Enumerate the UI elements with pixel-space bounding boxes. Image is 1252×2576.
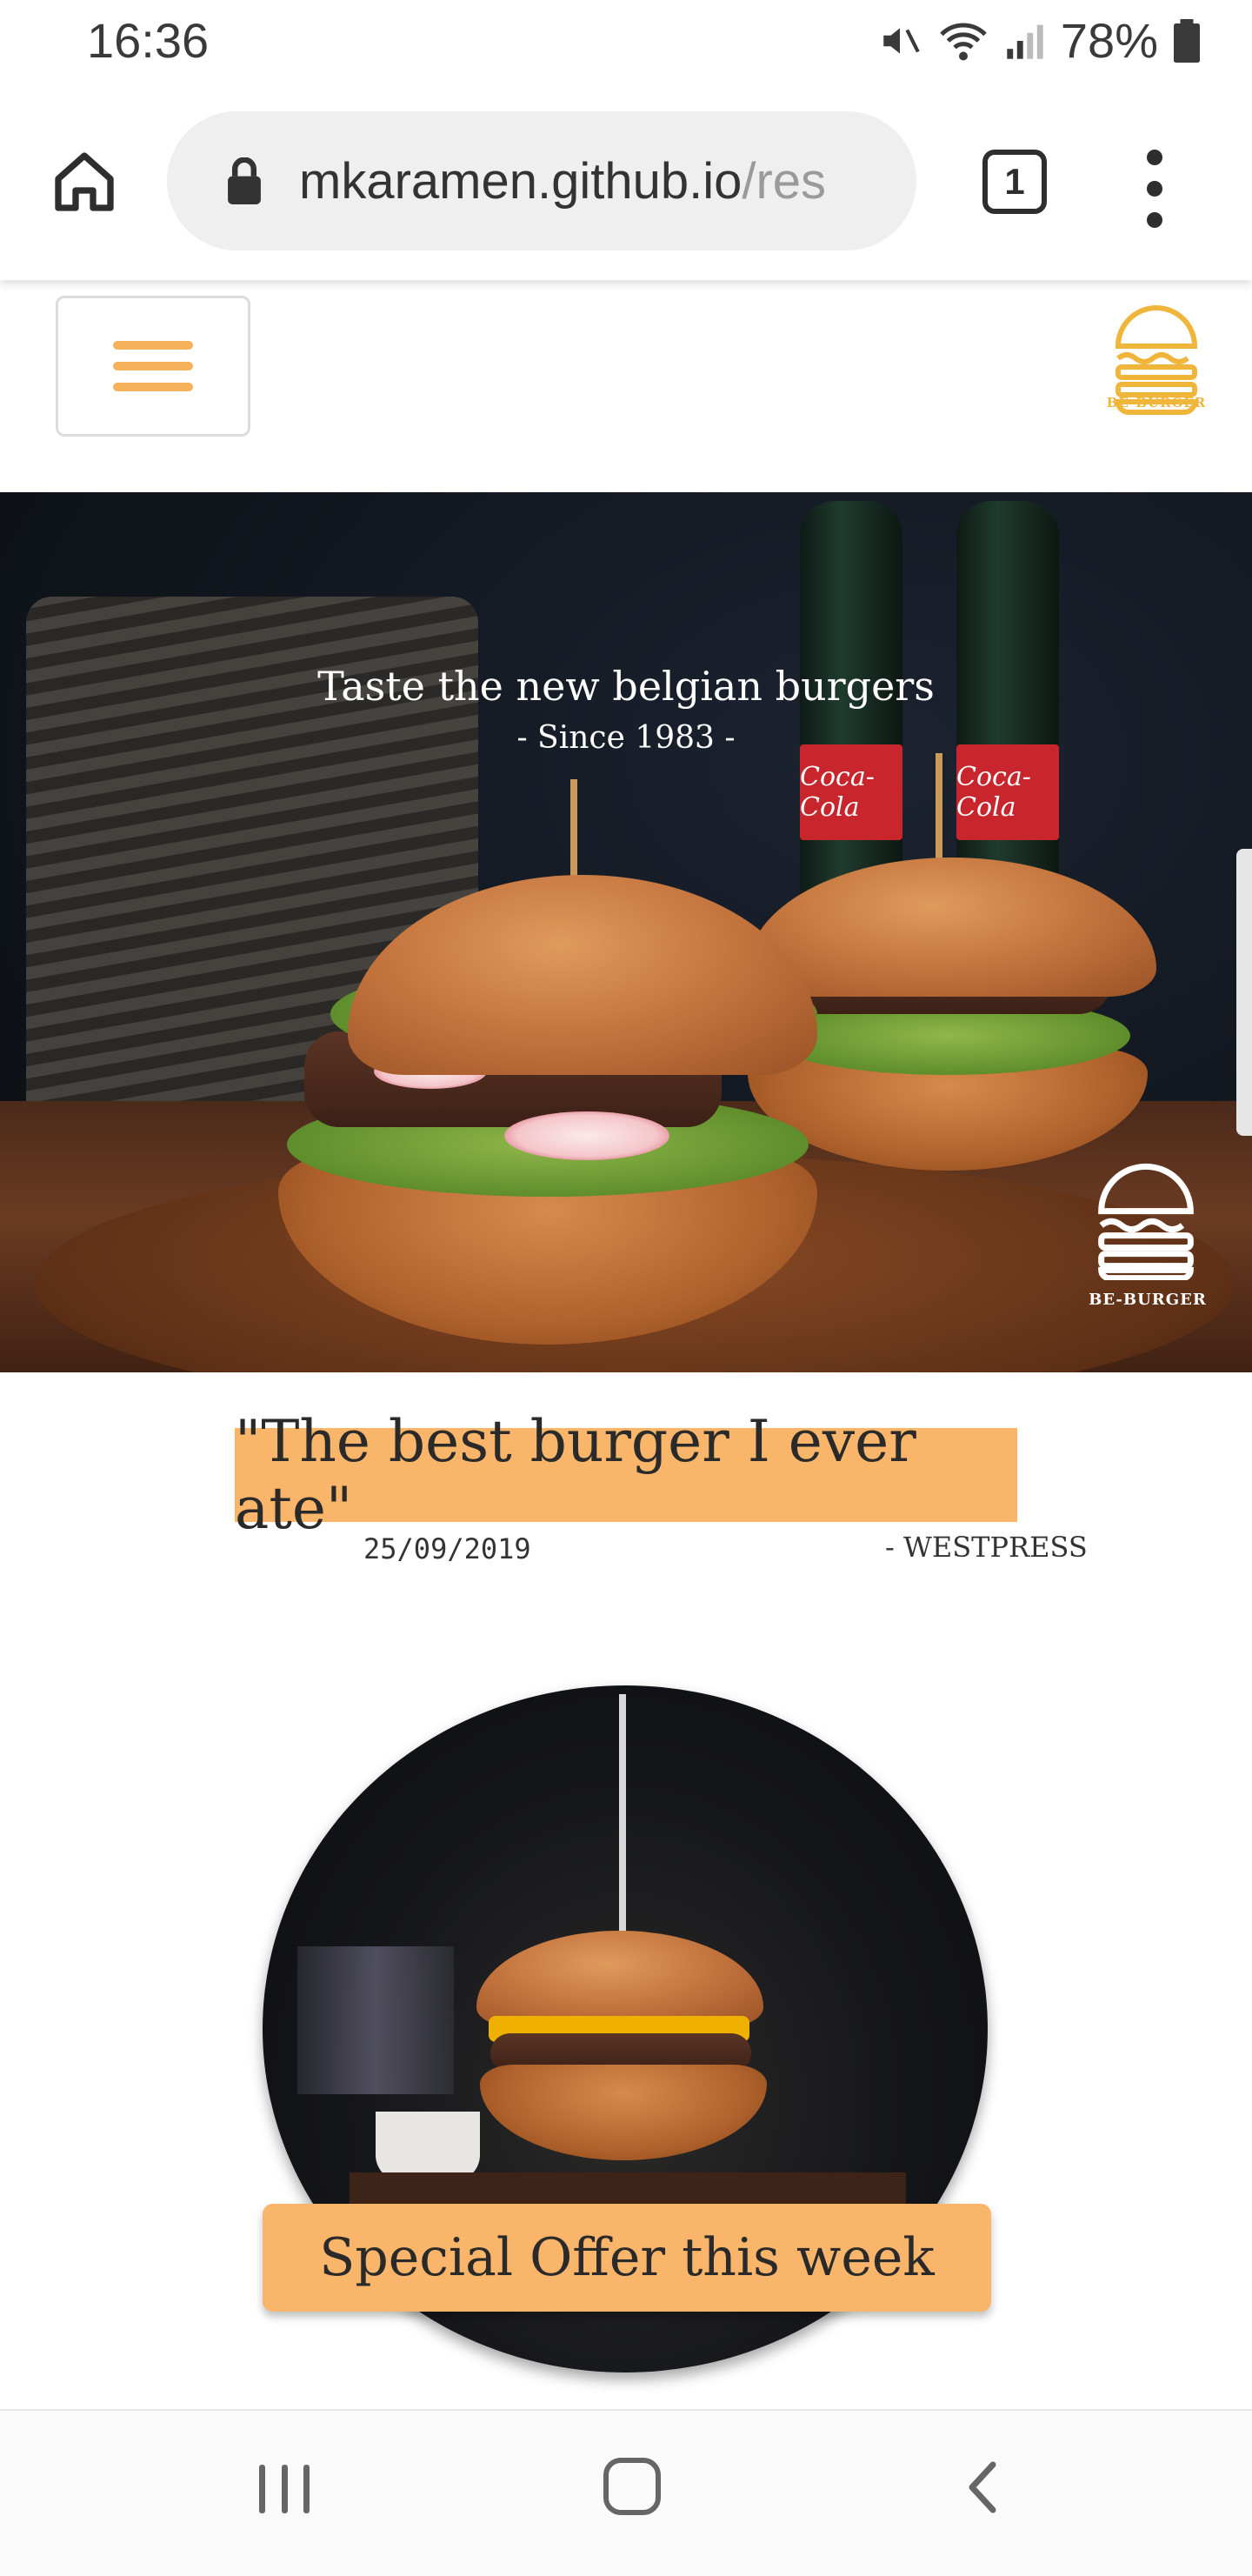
burger-logo-icon — [1098, 1163, 1194, 1280]
hero-banner: Coca-Cola Coca-Cola Taste the new belgia… — [0, 492, 1252, 1372]
burger-bun-bottom — [480, 2065, 767, 2160]
recents-button[interactable] — [259, 2465, 310, 2513]
recents-bar — [303, 2465, 310, 2513]
status-bar: 16:36 78% — [0, 0, 1252, 87]
system-home-button[interactable] — [603, 2458, 661, 2515]
menu-dot — [1147, 150, 1162, 165]
bottle-label: Coca-Cola — [800, 744, 902, 840]
bottle-label: Coca-Cola — [956, 744, 1059, 840]
page-scroll-handle[interactable] — [1236, 849, 1252, 1136]
status-time: 16:36 — [87, 13, 210, 68]
browser-home-button[interactable] — [45, 143, 123, 221]
url-host: mkaramen.github.io — [299, 152, 743, 210]
background-glass — [297, 1946, 454, 2094]
hero-logo-text: BE-BURGER — [1089, 1291, 1207, 1309]
home-icon — [55, 152, 114, 211]
review-source: - WESTPRESS — [885, 1531, 1088, 1564]
wifi-icon — [940, 23, 987, 60]
battery-text: 78% — [1060, 13, 1158, 68]
review-date: 25/09/2019 — [363, 1532, 531, 1565]
battery-icon — [1174, 18, 1200, 63]
status-icons: 78% — [878, 12, 1200, 69]
recents-bar — [259, 2465, 265, 2513]
back-icon[interactable] — [962, 2461, 1003, 2513]
recents-bar — [281, 2465, 288, 2513]
url-path: /res — [742, 152, 827, 210]
burger-bun-top — [476, 1931, 763, 2026]
sauce-bowl — [376, 2112, 480, 2181]
header-logo-text: BE-BURGER — [1106, 395, 1207, 410]
hamburger-line — [113, 383, 193, 391]
menu-dot — [1147, 212, 1162, 228]
hero-subtitle: - Since 1983 - — [516, 720, 736, 756]
radish-slice — [504, 1111, 669, 1160]
review-quote: "The best burger I ever ate" — [235, 1408, 1017, 1542]
browser-menu-button[interactable] — [1139, 150, 1170, 228]
serving-board — [350, 2172, 906, 2207]
mute-icon — [883, 27, 920, 54]
menu-dot — [1147, 181, 1162, 197]
signal-icon — [1007, 24, 1043, 59]
site-menu-button[interactable] — [56, 296, 250, 437]
url-text: mkaramen.github.io/res — [299, 152, 873, 210]
hamburger-line — [113, 341, 193, 350]
tab-switcher-button[interactable]: 1 — [982, 150, 1047, 214]
browser-toolbar: mkaramen.github.io/res 1 — [0, 87, 1252, 280]
skewer — [619, 1694, 626, 1946]
lock-icon — [223, 155, 266, 207]
address-bar[interactable]: mkaramen.github.io/res — [167, 111, 916, 250]
special-offer-button[interactable]: Special Offer this week — [263, 2204, 991, 2312]
hero-title: Taste the new belgian burgers — [317, 663, 935, 710]
hamburger-line — [113, 362, 193, 370]
